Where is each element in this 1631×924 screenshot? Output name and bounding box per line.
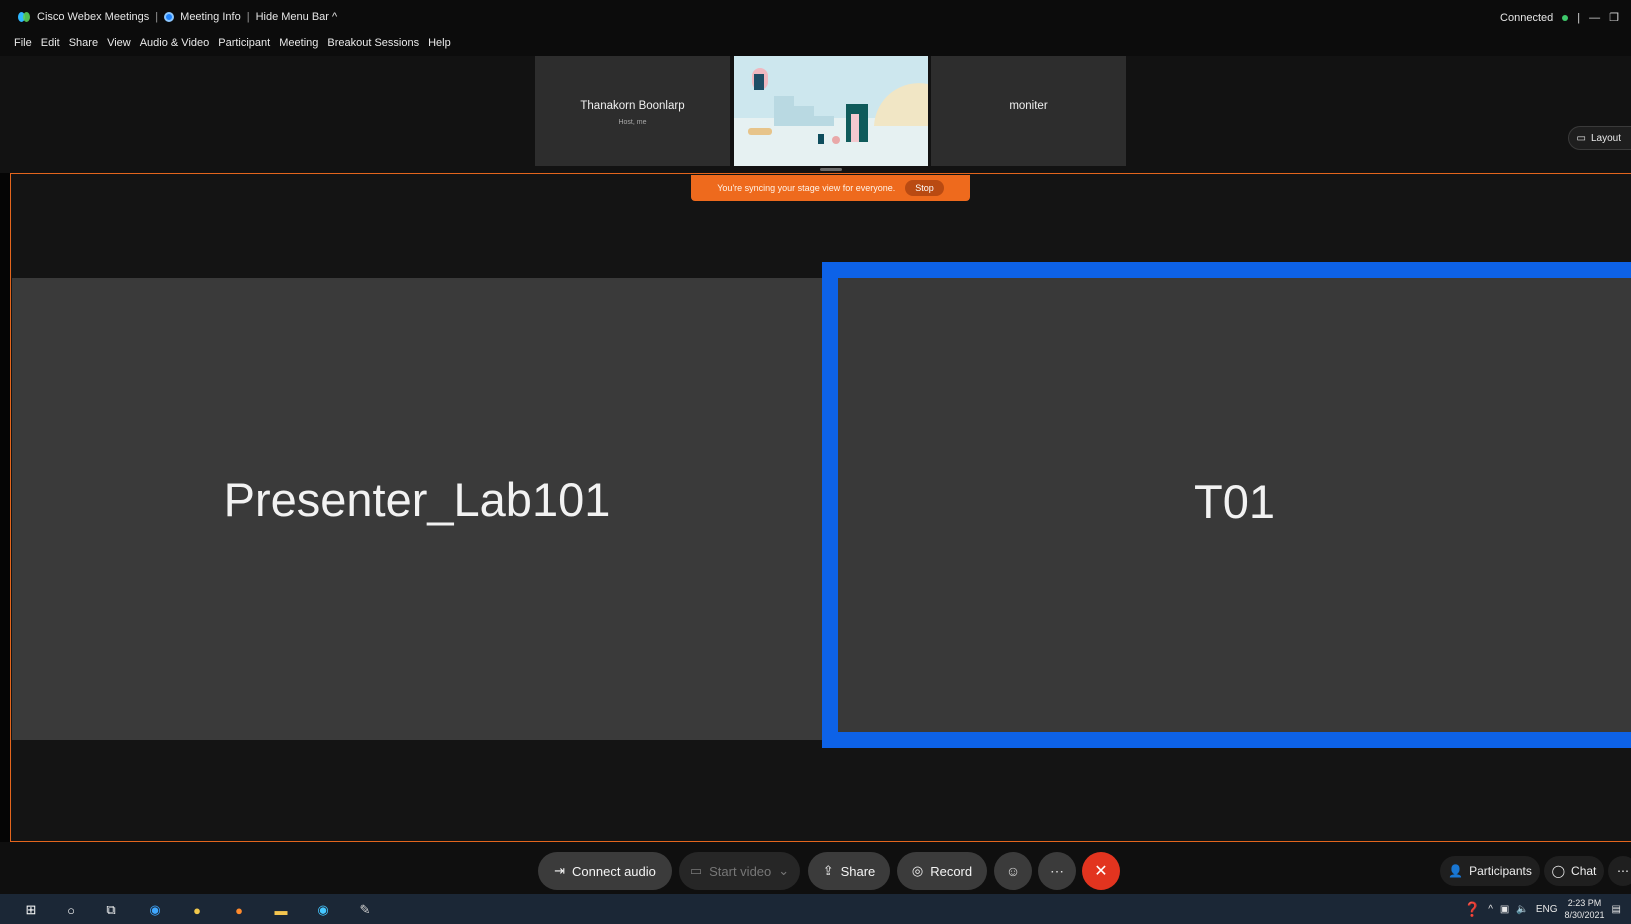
filmstrip-resize-handle[interactable] — [820, 168, 842, 171]
layout-icon: ▭ — [1576, 132, 1586, 144]
audio-connect-icon: ⇥ — [554, 863, 566, 878]
start-video-label: Start video — [709, 863, 772, 879]
menu-share[interactable]: Share — [69, 37, 98, 49]
time-text: 2:23 PM — [1567, 898, 1602, 908]
title-bar-left: Cisco Webex Meetings | Meeting Info | Hi… — [18, 11, 337, 23]
meeting-controls: ⇥ Connect audio ▭ Start video ⌄ ⇪ Share … — [0, 842, 1631, 894]
chevron-up-icon: ^ — [332, 11, 338, 23]
layout-button[interactable]: ▭ Layout — [1567, 126, 1631, 150]
participant-thumbnail[interactable]: moniter — [931, 56, 1126, 166]
menu-audio-video[interactable]: Audio & Video — [140, 37, 210, 49]
restore-icon[interactable]: ❐ — [1609, 11, 1619, 24]
firefox-icon[interactable]: ● — [230, 901, 248, 919]
chat-icon: ◯ — [1551, 864, 1566, 878]
hide-menu-bar-button[interactable]: Hide Menu Bar ^ — [256, 11, 338, 23]
participant-name: moniter — [1009, 100, 1048, 112]
ellipsis-icon: ⋯ — [1617, 864, 1629, 878]
sync-stage-banner: You're syncing your stage view for every… — [691, 175, 970, 201]
title-bar-right: Connected | — ❐ — [1500, 11, 1619, 25]
layout-label: Layout — [1590, 132, 1621, 144]
webex-logo-icon — [18, 12, 31, 22]
participants-icon: 👤 — [1448, 864, 1464, 878]
date-text: 8/30/2021 — [1564, 910, 1605, 920]
participant-name: Thanakorn Boonlarp — [580, 100, 685, 112]
taskbar-clock[interactable]: 2:23 PM 8/30/2021 — [1565, 897, 1605, 921]
menu-file[interactable]: File — [14, 37, 32, 49]
paint-icon[interactable]: ✎ — [356, 901, 374, 919]
connect-audio-button[interactable]: ⇥ Connect audio — [538, 852, 672, 890]
share-label: Share — [840, 863, 876, 879]
video-off-icon: ▭ — [689, 863, 703, 878]
title-separator: | — [246, 11, 250, 23]
menu-help[interactable]: Help — [428, 37, 451, 49]
title-separator: | — [155, 11, 159, 23]
active-speaker-tile[interactable]: T01 — [822, 262, 1631, 748]
menu-bar: File Edit Share View Audio & Video Parti… — [0, 32, 1631, 56]
task-view-icon[interactable]: ⧉ — [102, 901, 120, 919]
video-tile[interactable]: Presenter_Lab101 — [12, 278, 822, 740]
connection-status: Connected — [1500, 11, 1554, 24]
record-icon: ◎ — [911, 863, 924, 878]
chevron-up-icon[interactable]: ^ — [1488, 904, 1493, 915]
network-icon[interactable]: ▣ — [1500, 904, 1509, 915]
connect-audio-label: Connect audio — [572, 863, 656, 879]
participant-role: Host, me — [618, 119, 647, 126]
reactions-button[interactable]: ☺ — [994, 852, 1032, 890]
tile-name: Presenter_Lab101 — [223, 473, 611, 526]
windows-taskbar: ⊞ ○ ⧉ ◉ ● ● ▬ ◉ ✎ ❓ ^ ▣ 🔈 ENG 2:23 PM 8/… — [0, 894, 1631, 924]
app-title: Cisco Webex Meetings — [37, 11, 150, 23]
share-button[interactable]: ⇪ Share — [808, 852, 890, 890]
connected-dot-icon — [1562, 14, 1569, 21]
language-indicator[interactable]: ENG — [1536, 904, 1558, 915]
start-video-button[interactable]: ▭ Start video ⌄ — [679, 852, 800, 890]
menu-view[interactable]: View — [107, 37, 131, 49]
end-meeting-button[interactable]: ✕ — [1082, 852, 1120, 890]
chat-button[interactable]: ◯ Chat — [1544, 856, 1604, 886]
help-icon[interactable]: ❓ — [1464, 901, 1481, 918]
ellipsis-icon: ⋯ — [1050, 862, 1064, 879]
menu-meeting[interactable]: Meeting — [279, 37, 318, 49]
more-options-button[interactable]: ⋯ — [1038, 852, 1076, 890]
participants-label: Participants — [1469, 864, 1532, 878]
share-icon: ⇪ — [822, 863, 834, 878]
record-button[interactable]: ◎ Record — [897, 852, 987, 890]
chrome-icon[interactable]: ● — [188, 901, 206, 919]
volume-icon[interactable]: 🔈 — [1516, 904, 1528, 915]
chevron-down-icon[interactable]: ⌄ — [778, 863, 789, 879]
windows-start-icon[interactable]: ⊞ — [22, 901, 40, 919]
title-bar: Cisco Webex Meetings | Meeting Info | Hi… — [0, 0, 1631, 32]
close-icon: ✕ — [1094, 863, 1108, 880]
system-tray: ❓ ^ ▣ 🔈 ENG 2:23 PM 8/30/2021 ▤ — [1464, 894, 1631, 924]
menu-edit[interactable]: Edit — [41, 37, 60, 49]
search-icon[interactable]: ○ — [62, 901, 80, 919]
participant-thumbnail[interactable]: Thanakorn Boonlarp Host, me — [535, 56, 730, 166]
menu-breakout-sessions[interactable]: Breakout Sessions — [327, 37, 419, 49]
stop-sync-button[interactable]: Stop — [905, 180, 944, 196]
webex-taskbar-icon[interactable]: ◉ — [314, 901, 332, 919]
record-label: Record — [930, 863, 973, 879]
virtual-background-image — [734, 56, 928, 166]
menu-participant[interactable]: Participant — [218, 37, 270, 49]
info-icon — [164, 12, 175, 22]
minimize-icon[interactable]: — — [1589, 12, 1600, 24]
filmstrip: Thanakorn Boonlarp Host, me moniter ▭ La… — [0, 56, 1631, 173]
chat-label: Chat — [1571, 864, 1597, 878]
tile-name: T01 — [1194, 475, 1275, 528]
sync-message: You're syncing your stage view for every… — [717, 183, 896, 193]
notifications-icon[interactable]: ▤ — [1612, 904, 1621, 915]
edge-icon[interactable]: ◉ — [146, 901, 164, 919]
divider: | — [1577, 11, 1581, 24]
participants-button[interactable]: 👤 Participants — [1440, 856, 1540, 886]
file-explorer-icon[interactable]: ▬ — [272, 901, 290, 919]
self-video-thumbnail[interactable] — [734, 56, 928, 166]
meeting-info-link[interactable]: Meeting Info — [180, 11, 241, 23]
smiley-icon: ☺ — [1005, 863, 1021, 879]
more-panels-button[interactable]: ⋯ — [1608, 856, 1631, 886]
